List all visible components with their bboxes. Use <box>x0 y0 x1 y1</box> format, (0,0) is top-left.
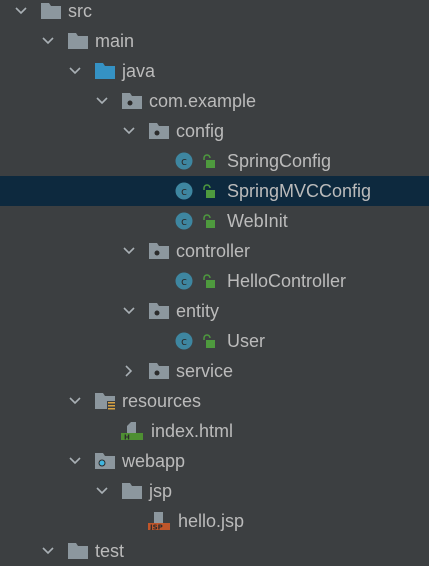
public-lock-icon <box>202 214 216 228</box>
tree-item-resources[interactable]: resources <box>0 386 429 416</box>
folder-icon <box>121 482 143 500</box>
svg-text:c: c <box>181 215 187 228</box>
public-lock-icon <box>202 334 216 348</box>
tree-item-label: resources <box>122 391 202 411</box>
web-folder-icon <box>94 452 116 470</box>
folder-icon <box>40 2 62 20</box>
class-icon: c <box>175 212 197 230</box>
resources-folder-icon <box>94 392 116 410</box>
package-icon <box>148 122 170 140</box>
chevron-down-icon[interactable] <box>41 34 55 48</box>
public-lock-icon <box>202 184 216 198</box>
tree-item-label: hello.jsp <box>178 511 245 531</box>
public-lock-icon <box>202 274 216 288</box>
tree-item-entity[interactable]: entity <box>0 296 429 326</box>
folder-icon <box>67 32 89 50</box>
tree-item-label: com.example <box>149 91 257 111</box>
public-lock-icon <box>202 154 216 168</box>
chevron-down-icon[interactable] <box>122 244 136 258</box>
svg-text:c: c <box>181 335 187 348</box>
chevron-down-icon[interactable] <box>95 484 109 498</box>
chevron-down-icon[interactable] <box>68 64 82 78</box>
tree-item-index-html[interactable]: Hindex.html <box>0 416 429 446</box>
svg-text:JSP: JSP <box>149 524 163 531</box>
jsp-file-icon: JSP <box>148 512 171 532</box>
chevron-down-icon[interactable] <box>68 394 82 408</box>
package-icon <box>148 362 170 380</box>
tree-item-webinit[interactable]: c WebInit <box>0 206 429 236</box>
class-icon: c <box>175 182 197 200</box>
class-icon: c <box>175 272 197 290</box>
package-icon <box>148 302 170 320</box>
tree-item-user[interactable]: c User <box>0 326 429 356</box>
svg-text:c: c <box>181 185 187 198</box>
svg-text:c: c <box>181 155 187 168</box>
svg-text:c: c <box>181 275 187 288</box>
tree-item-hello-jsp[interactable]: JSP hello.jsp <box>0 506 429 536</box>
tree-item-label: WebInit <box>227 211 288 231</box>
chevron-down-icon[interactable] <box>14 4 28 18</box>
tree-item-label: main <box>95 31 135 51</box>
tree-item-label: entity <box>176 301 220 321</box>
tree-item-label: jsp <box>149 481 173 501</box>
tree-item-service[interactable]: service <box>0 356 429 386</box>
class-icon: c <box>175 152 197 170</box>
tree-item-com-example[interactable]: com.example <box>0 86 429 116</box>
tree-item-label: java <box>122 61 156 81</box>
tree-item-label: webapp <box>122 451 186 471</box>
tree-item-label: index.html <box>151 421 234 441</box>
class-icon: c <box>175 332 197 350</box>
tree-item-label: src <box>68 1 92 21</box>
package-icon <box>148 242 170 260</box>
chevron-down-icon[interactable] <box>122 304 136 318</box>
tree-item-config[interactable]: config <box>0 116 429 146</box>
tree-item-label: HelloController <box>227 271 347 291</box>
tree-item-src[interactable]: src <box>0 0 429 26</box>
tree-item-label: SpringConfig <box>227 151 332 171</box>
tree-item-webapp[interactable]: webapp <box>0 446 429 476</box>
tree-item-label: config <box>176 121 225 141</box>
project-tree[interactable]: src main java com.example config c SpringConfi… <box>0 0 429 561</box>
tree-item-springconfig[interactable]: c SpringConfig <box>0 146 429 176</box>
tree-item-springmvcconfig[interactable]: c SpringMVCConfig <box>0 176 429 206</box>
chevron-right-icon[interactable] <box>122 364 136 378</box>
source-folder-icon <box>94 62 116 80</box>
tree-item-label: test <box>95 541 125 561</box>
svg-text:H: H <box>124 434 130 441</box>
html-file-icon: H <box>121 422 144 442</box>
tree-item-label: SpringMVCConfig <box>227 181 372 201</box>
tree-item-label: User <box>227 331 266 351</box>
tree-item-jsp[interactable]: jsp <box>0 476 429 506</box>
tree-item-hellocontroller[interactable]: c HelloController <box>0 266 429 296</box>
chevron-down-icon[interactable] <box>68 454 82 468</box>
folder-icon <box>67 542 89 560</box>
chevron-down-icon[interactable] <box>95 94 109 108</box>
package-icon <box>121 92 143 110</box>
tree-item-main[interactable]: main <box>0 26 429 56</box>
tree-item-java[interactable]: java <box>0 56 429 86</box>
tree-item-label: service <box>176 361 234 381</box>
chevron-down-icon[interactable] <box>122 124 136 138</box>
chevron-down-icon[interactable] <box>41 544 55 558</box>
tree-item-label: controller <box>176 241 251 261</box>
tree-item-controller[interactable]: controller <box>0 236 429 266</box>
tree-item-test[interactable]: test <box>0 536 429 566</box>
